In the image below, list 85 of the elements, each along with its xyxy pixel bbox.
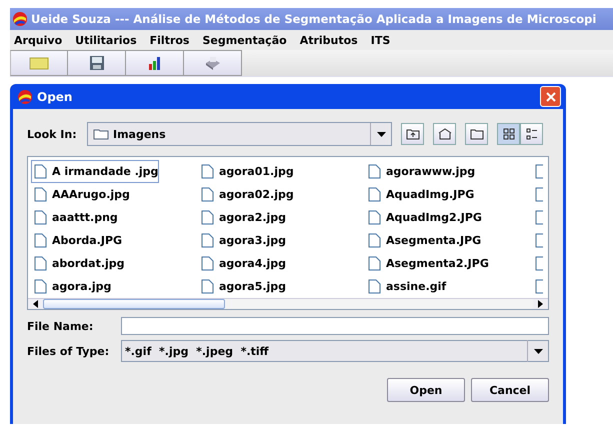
file-icon	[201, 164, 214, 179]
home-icon	[438, 128, 452, 140]
left-arrow-icon	[33, 300, 38, 308]
file-item[interactable]: agora4.jpg	[198, 252, 288, 275]
file-item[interactable]: AquadImg.JPG	[365, 183, 476, 206]
folder-icon	[470, 128, 484, 140]
caret-icon	[376, 132, 386, 136]
grid-icon	[502, 128, 514, 140]
file-type-dropdown[interactable]: *.gif *.jpg *.jpeg *.tiff	[121, 340, 549, 362]
file-icon	[535, 279, 543, 294]
file-icon	[34, 279, 47, 294]
menu-item[interactable]: Atributos	[300, 34, 358, 46]
menu-item[interactable]: Arquivo	[14, 34, 62, 46]
file-item[interactable]: Aborda.JPG	[31, 229, 124, 252]
file-icon	[201, 279, 214, 294]
file-item[interactable]: AAArugo.jpg	[31, 183, 131, 206]
right-arrow-icon	[538, 300, 543, 308]
file-icon	[201, 187, 214, 202]
file-icon	[34, 233, 47, 248]
file-item[interactable]: Asegmenta2.JPG	[365, 252, 490, 275]
look-in-label: Look In:	[27, 128, 78, 140]
horizontal-scrollbar[interactable]	[28, 298, 548, 309]
open-button[interactable]: Open	[387, 378, 465, 402]
chart-button[interactable]	[126, 50, 184, 76]
logo-icon	[12, 11, 28, 27]
file-icon	[535, 187, 543, 202]
file-item[interactable]: aaattt.png	[31, 206, 119, 229]
caret-icon	[534, 348, 542, 354]
list-view-button[interactable]	[497, 123, 520, 145]
file-item[interactable]: agora3.jpg	[198, 229, 288, 252]
menu-item[interactable]: Utilitarios	[75, 34, 137, 46]
menu-item[interactable]: Segmentação	[202, 34, 287, 46]
file-item[interactable]: assine.gif	[365, 275, 448, 298]
new-folder-button[interactable]	[465, 123, 488, 145]
file-icon	[368, 164, 381, 179]
up-folder-button[interactable]	[401, 123, 424, 145]
file-icon	[368, 279, 381, 294]
close-button[interactable]	[540, 86, 561, 107]
file-name-label: File Name:	[27, 320, 94, 332]
app-title: Ueide Souza --- Análise de Métodos de Segmentação Aplicada a Imagens de Microscopi	[31, 12, 596, 26]
file-icon	[535, 233, 543, 248]
bar-chart-icon	[146, 55, 162, 71]
file-icon	[368, 187, 381, 202]
file-icon	[535, 164, 543, 179]
menu-item[interactable]: ITS	[370, 34, 390, 46]
up-folder-icon	[406, 128, 420, 140]
file-icon	[34, 210, 47, 225]
folder-button[interactable]	[10, 50, 68, 76]
file-icon	[368, 256, 381, 271]
file-item[interactable]: agora2.jpg	[198, 206, 288, 229]
close-icon	[546, 92, 556, 102]
home-button[interactable]	[433, 123, 456, 145]
details-icon	[526, 128, 538, 140]
file-icon	[535, 210, 543, 225]
save-icon	[88, 55, 104, 71]
file-item[interactable]: agora02.jpg	[198, 183, 295, 206]
file-item[interactable]: AquadImg2.JPG	[365, 206, 483, 229]
file-icon	[368, 210, 381, 225]
file-icon	[368, 233, 381, 248]
file-item[interactable]: Asegmenta.JPG	[365, 229, 482, 252]
scroll-thumb[interactable]	[43, 299, 225, 309]
save-button[interactable]	[68, 50, 126, 76]
file-item[interactable]: agorawww.jpg	[365, 160, 476, 183]
menu-item[interactable]: Filtros	[150, 34, 190, 46]
file-name-field[interactable]	[121, 317, 549, 335]
file-type-label: Files of Type:	[27, 344, 110, 358]
file-item[interactable]: agora.jpg	[31, 275, 112, 298]
file-icon	[201, 210, 214, 225]
file-item[interactable]: agora5.jpg	[198, 275, 288, 298]
file-icon	[34, 164, 47, 179]
cancel-button[interactable]: Cancel	[471, 378, 549, 402]
file-item[interactable]: abordat.jpg	[31, 252, 126, 275]
file-icon	[535, 256, 543, 271]
file-icon	[201, 233, 214, 248]
file-icon	[34, 187, 47, 202]
file-item[interactable]: A irmandade .jpg	[31, 160, 160, 183]
file-icon	[201, 256, 214, 271]
file-icon	[34, 256, 47, 271]
file-item[interactable]: agora01.jpg	[198, 160, 295, 183]
logo-icon	[17, 88, 33, 104]
look-in-dropdown[interactable]: Imagens	[87, 122, 392, 146]
details-view-button[interactable]	[520, 123, 543, 145]
dialog-title: Open	[37, 90, 74, 104]
folder-icon	[29, 56, 49, 70]
folder-icon	[93, 128, 109, 140]
